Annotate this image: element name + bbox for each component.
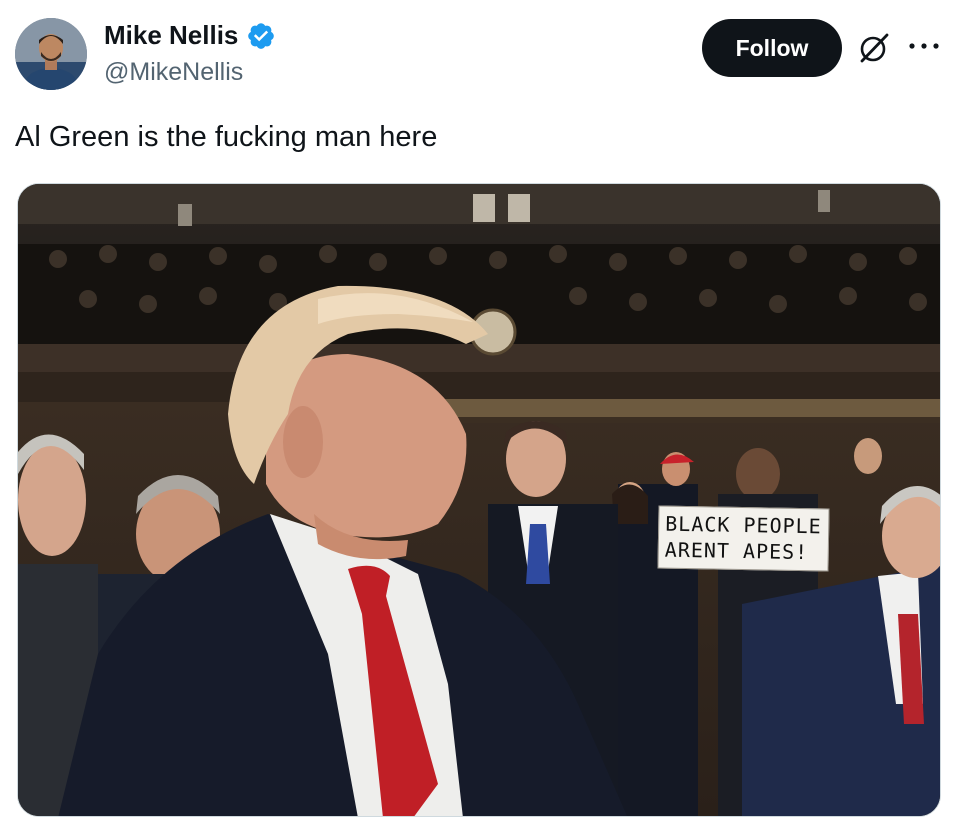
follow-button[interactable]: Follow — [702, 19, 842, 77]
tweet-text: Al Green is the fucking man here — [15, 121, 438, 153]
display-name[interactable]: Mike Nellis — [104, 20, 238, 51]
sign-line-1: BLACK PEOPLE — [665, 511, 822, 539]
grok-icon[interactable] — [856, 30, 892, 66]
photo-scene — [18, 184, 940, 816]
user-handle[interactable]: @MikeNellis — [104, 58, 243, 87]
name-row: Mike Nellis — [104, 20, 276, 51]
more-options-icon[interactable] — [907, 36, 941, 56]
sign-line-2: ARENT APES! — [664, 537, 809, 565]
tweet-media-photo[interactable]: BLACK PEOPLE ARENT APES! — [17, 183, 941, 817]
tweet-card: Mike Nellis @MikeNellis Follow Al Green … — [0, 0, 960, 831]
protest-sign: BLACK PEOPLE ARENT APES! — [657, 505, 830, 572]
verified-badge-icon — [246, 21, 276, 51]
avatar[interactable] — [15, 18, 87, 90]
